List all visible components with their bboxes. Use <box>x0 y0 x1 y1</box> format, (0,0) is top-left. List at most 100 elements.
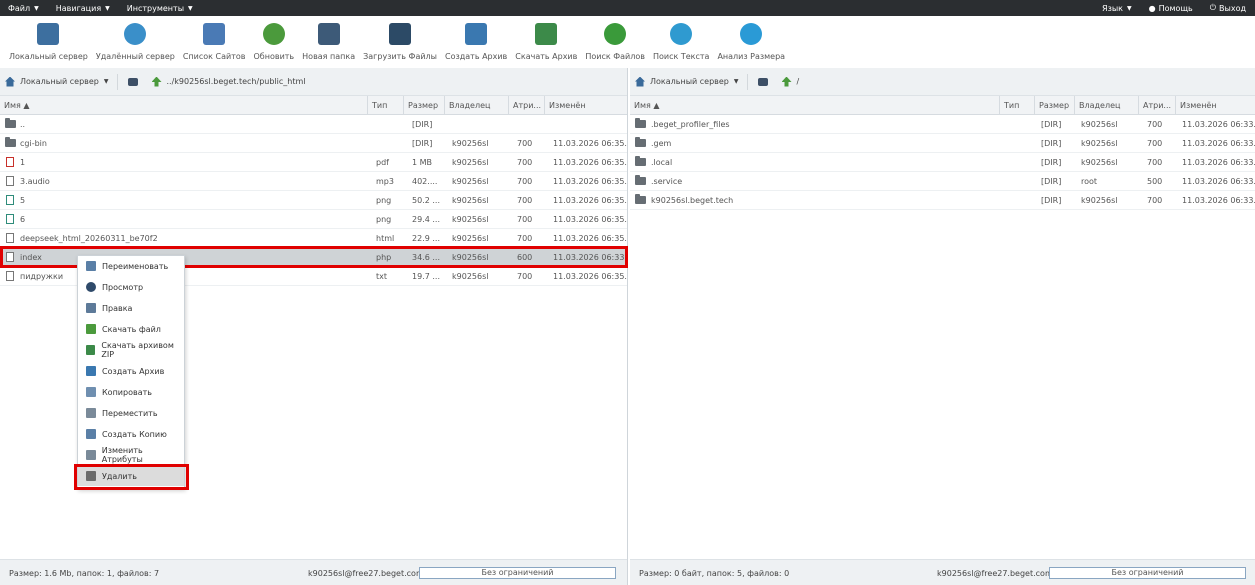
context-item-create-archive[interactable]: Создать Архив <box>78 361 184 381</box>
context-item-view[interactable]: Просмотр <box>78 277 184 297</box>
column-header-type[interactable]: Тип <box>372 101 387 110</box>
file-attr: 700 <box>1147 139 1163 148</box>
file-modified: 11.03.2026 06:33... <box>553 253 628 262</box>
toolbar-label: Удалённый сервер <box>95 52 175 61</box>
column-divider[interactable] <box>544 96 545 114</box>
file-modified: 11.03.2026 06:35... <box>553 196 628 205</box>
column-divider[interactable] <box>1034 96 1035 114</box>
table-header: Имя ▲ Тип Размер Владелец Атри... Изменё… <box>0 96 627 115</box>
toolbar-button-remote-server[interactable]: Удалённый сервер <box>92 16 179 68</box>
search-files-icon <box>604 23 627 45</box>
drive-icon[interactable] <box>127 77 138 86</box>
toolbar-button-new-folder[interactable]: Новая папка <box>298 16 359 68</box>
file-name: 5 <box>20 196 26 205</box>
column-header-owner[interactable]: Владелец <box>1079 101 1120 110</box>
column-divider[interactable] <box>1138 96 1139 114</box>
column-header-size[interactable]: Размер <box>408 101 438 110</box>
toolbar-button-search-text[interactable]: Поиск Текста <box>649 16 713 68</box>
context-item-copy[interactable]: Копировать <box>78 382 184 402</box>
toolbar-button-sites-list[interactable]: Список Сайтов <box>179 16 250 68</box>
table-row[interactable]: 5 png 50.2 ... k90256sl 700 11.03.2026 06:35.… <box>0 191 627 210</box>
context-item-move[interactable]: Переместить <box>78 403 184 423</box>
up-folder-icon[interactable] <box>781 76 792 87</box>
table-row[interactable]: 1 pdf 1 MB k90256sl 700 11.03.2026 06:35... <box>0 153 627 172</box>
up-folder-icon[interactable] <box>151 76 162 87</box>
menu-file[interactable]: Файл ▼ <box>0 0 48 16</box>
toolbar-button-search-files[interactable]: Поиск Файлов <box>581 16 649 68</box>
table-row[interactable]: deepseek_html_20260311_be70f2 html 22.9 ..… <box>0 229 627 248</box>
column-divider[interactable] <box>367 96 368 114</box>
file-attr: 700 <box>1147 158 1163 167</box>
file-name: .local <box>651 158 673 167</box>
table-row[interactable]: cgi-bin [DIR] k90256sl 700 11.03.2026 06:35.… <box>0 134 627 153</box>
column-header-attr[interactable]: Атри... <box>513 101 541 110</box>
file-attr: 700 <box>517 272 533 281</box>
column-header-name[interactable]: Имя ▲ <box>4 101 30 110</box>
toolbar-button-create-archive[interactable]: Создать Архив <box>441 16 511 68</box>
home-icon <box>635 76 645 87</box>
duplicate-icon <box>86 429 96 439</box>
drive-icon[interactable] <box>757 77 768 86</box>
file-owner: k90256sl <box>452 234 489 243</box>
column-header-attr[interactable]: Атри... <box>1143 101 1171 110</box>
column-header-size[interactable]: Размер <box>1039 101 1069 110</box>
column-header-type[interactable]: Тип <box>1004 101 1019 110</box>
file-modified: 11.03.2026 06:35... <box>553 158 628 167</box>
column-header-name[interactable]: Имя ▲ <box>634 101 660 110</box>
file-modified: 11.03.2026 06:35... <box>553 139 628 148</box>
toolbar-button-refresh[interactable]: Обновить <box>250 16 299 68</box>
column-divider[interactable] <box>999 96 1000 114</box>
menu-help[interactable]: ● Помощь <box>1141 0 1202 16</box>
menu-language[interactable]: Язык ▼ <box>1094 0 1141 16</box>
column-divider[interactable] <box>1175 96 1176 114</box>
context-item-duplicate[interactable]: Создать Копию <box>78 424 184 444</box>
table-row[interactable]: 3.audio mp3 402.... k90256sl 700 11.03.2026 0… <box>0 172 627 191</box>
context-item-edit[interactable]: Правка <box>78 298 184 318</box>
menu-exit[interactable]: ⏻ Выход <box>1202 0 1255 16</box>
file-modified: 11.03.2026 06:33... <box>1182 158 1255 167</box>
toolbar-button-local-server[interactable]: Локальный сервер <box>5 16 92 68</box>
file-attr: 600 <box>517 253 533 262</box>
help-icon: ● <box>1148 3 1156 13</box>
context-item-download[interactable]: Скачать файл <box>78 319 184 339</box>
toolbar: Локальный сервер Удалённый сервер Список… <box>0 16 1255 68</box>
toolbar-button-download-archive[interactable]: Скачать Архив <box>511 16 581 68</box>
toolbar-button-upload[interactable]: Загрузить Файлы <box>359 16 441 68</box>
size-chart-icon <box>740 23 763 45</box>
toolbar-label: Создать Архив <box>444 52 508 61</box>
server-selector[interactable]: Локальный сервер ▼ <box>635 73 748 90</box>
context-item-download-zip[interactable]: Скачать архивом ZIP <box>78 340 184 360</box>
zip-icon <box>86 345 96 355</box>
column-divider[interactable] <box>403 96 404 114</box>
table-row[interactable]: .gem [DIR] k90256sl 700 11.03.2026 06:33... <box>630 134 1255 153</box>
file-owner: k90256sl <box>452 196 489 205</box>
current-path: / <box>796 77 800 86</box>
server-selector[interactable]: Локальный сервер ▼ <box>5 73 118 90</box>
chevron-down-icon: ▼ <box>733 78 739 85</box>
eye-icon <box>86 282 96 292</box>
table-row[interactable]: 6 png 29.4 ... k90256sl 700 11.03.2026 06:35.… <box>0 210 627 229</box>
table-row[interactable]: .service [DIR] root 500 11.03.2026 06:33... <box>630 172 1255 191</box>
table-row[interactable]: k90256sl.beget.tech [DIR] k90256sl 700 11.03… <box>630 191 1255 210</box>
column-divider[interactable] <box>508 96 509 114</box>
context-item-attributes[interactable]: Изменить Атрибуты <box>78 445 184 465</box>
pdf-file-icon <box>6 157 14 167</box>
chevron-down-icon: ▼ <box>103 78 109 85</box>
toolbar-button-size-analysis[interactable]: Анализ Размера <box>713 16 789 68</box>
column-header-modified[interactable]: Изменён <box>549 101 586 110</box>
context-item-rename[interactable]: Переименовать <box>78 256 184 276</box>
file-modified: 11.03.2026 06:33... <box>1182 139 1255 148</box>
refresh-icon <box>262 23 285 45</box>
table-row[interactable]: .beget_profiler_files [DIR] k90256sl 700 11.… <box>630 115 1255 134</box>
column-divider[interactable] <box>1074 96 1075 114</box>
column-divider[interactable] <box>444 96 445 114</box>
table-row[interactable]: .. [DIR] <box>0 115 627 134</box>
table-row[interactable]: .local [DIR] k90256sl 700 11.03.2026 06:33..… <box>630 153 1255 172</box>
menu-navigation[interactable]: Навигация ▼ <box>48 0 119 16</box>
column-header-owner[interactable]: Владелец <box>449 101 490 110</box>
menu-tools[interactable]: Инструменты ▼ <box>119 0 202 16</box>
file-owner: k90256sl <box>452 177 489 186</box>
context-item-delete[interactable]: Удалить <box>78 466 184 486</box>
file-name: cgi-bin <box>20 139 47 148</box>
column-header-modified[interactable]: Изменён <box>1180 101 1217 110</box>
